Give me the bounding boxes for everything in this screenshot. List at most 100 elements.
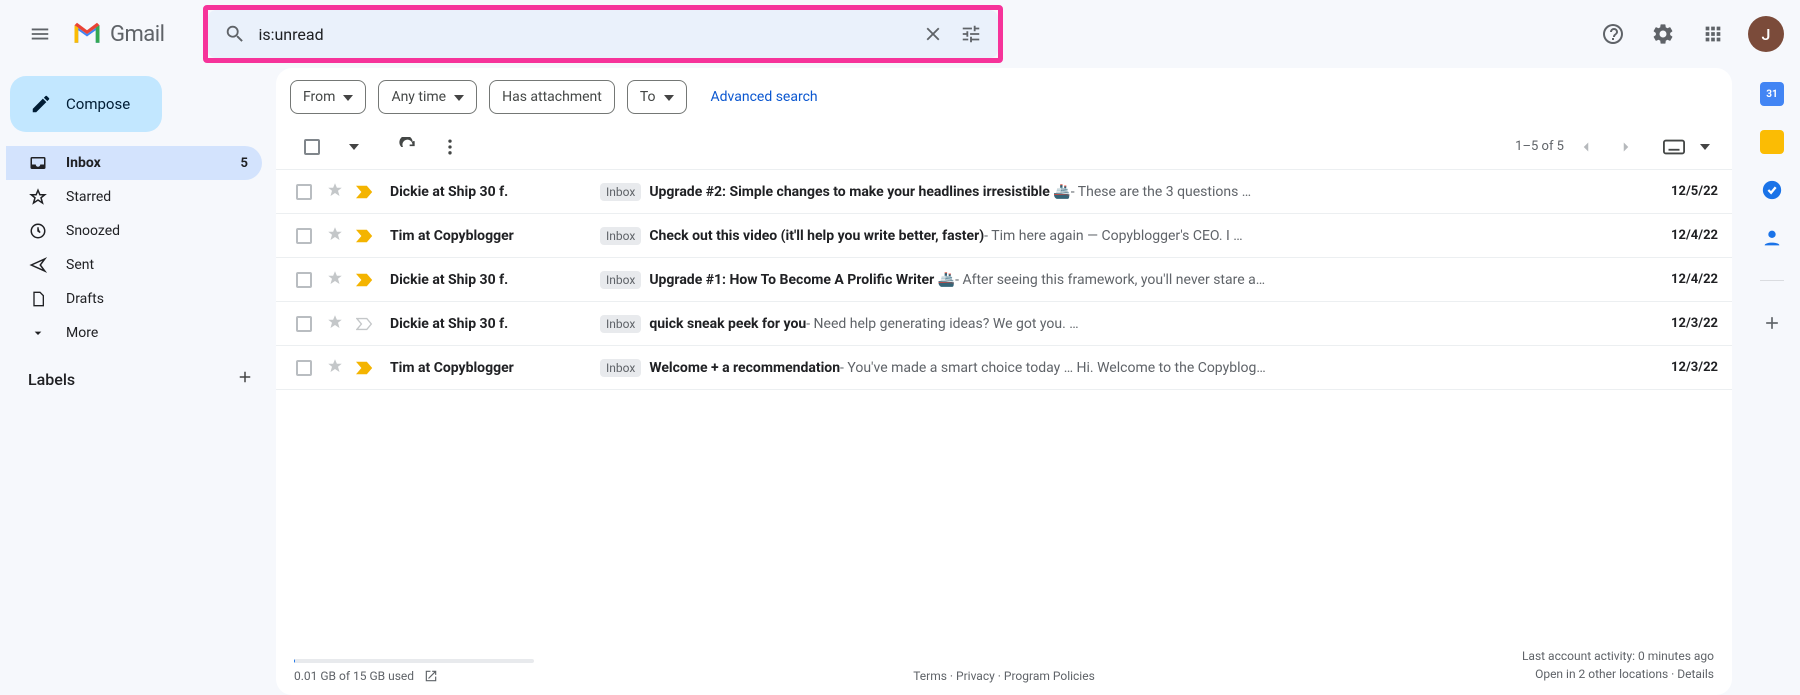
email-row[interactable]: Tim at CopybloggerInboxWelcome + a recom…: [276, 346, 1732, 390]
email-row[interactable]: Dickie at Ship 30 f.InboxUpgrade #1: How…: [276, 258, 1732, 302]
keep-addon[interactable]: [1760, 130, 1784, 154]
email-row[interactable]: Dickie at Ship 30 f.Inboxquick sneak pee…: [276, 302, 1732, 346]
terms-link[interactable]: Terms: [913, 669, 947, 683]
star-toggle[interactable]: [326, 357, 344, 379]
search-button[interactable]: [216, 15, 254, 53]
chevron-left-icon: [1577, 138, 1595, 156]
main-menu-button[interactable]: [16, 10, 64, 58]
row-checkbox[interactable]: [296, 360, 312, 376]
sidebar-item-drafts[interactable]: Drafts: [6, 282, 262, 316]
snippet: - Tim here again — Copyblogger's CEO. I …: [984, 228, 1243, 244]
search-bar[interactable]: [208, 10, 998, 58]
apps-grid-icon: [1702, 23, 1724, 45]
get-addons-button[interactable]: [1760, 311, 1784, 335]
compose-button[interactable]: Compose: [10, 76, 162, 132]
settings-button[interactable]: [1642, 13, 1684, 55]
row-checkbox[interactable]: [296, 184, 312, 200]
importance-marker[interactable]: [356, 361, 374, 375]
caret-down-icon: [664, 95, 674, 101]
pagination-text: 1–5 of 5: [1515, 139, 1564, 154]
chip-to[interactable]: To: [627, 80, 687, 114]
input-tools-button[interactable]: [1656, 129, 1692, 165]
sender: Tim at Copyblogger: [390, 228, 600, 244]
subject: Upgrade #2: Simple changes to make your …: [649, 184, 1070, 200]
chip-hasattachment[interactable]: Has attachment: [489, 80, 615, 114]
importance-marker[interactable]: [356, 229, 374, 243]
subject: Check out this video (it'll help you wri…: [649, 228, 984, 244]
sender: Tim at Copyblogger: [390, 360, 600, 376]
star-icon: [28, 188, 48, 206]
date: 12/3/22: [1648, 316, 1718, 331]
importance-marker[interactable]: [356, 273, 374, 287]
snippet: - These are the 3 questions …: [1071, 184, 1251, 200]
importance-marker[interactable]: [356, 185, 374, 199]
snippet: - Need help generating ideas? We got you…: [806, 316, 1078, 332]
select-all-checkbox[interactable]: [294, 129, 330, 165]
chip-from[interactable]: From: [290, 80, 366, 114]
row-checkbox[interactable]: [296, 316, 312, 332]
file-icon: [28, 290, 48, 308]
next-page-button[interactable]: [1608, 129, 1644, 165]
policies-link[interactable]: Program Policies: [1004, 669, 1095, 683]
select-dropdown[interactable]: [336, 129, 372, 165]
star-outline-icon: [326, 225, 344, 243]
snoozed-label: Snoozed: [66, 223, 120, 239]
inbox-icon: [28, 154, 48, 172]
more-vert-icon: [440, 137, 460, 157]
row-checkbox[interactable]: [296, 272, 312, 288]
importance-marker[interactable]: [356, 317, 374, 331]
clock-icon: [28, 222, 48, 240]
sidebar-item-snoozed[interactable]: Snoozed: [6, 214, 262, 248]
sidebar-item-inbox[interactable]: Inbox 5: [6, 146, 262, 180]
sidebar-item-more[interactable]: More: [6, 316, 262, 350]
contacts-addon[interactable]: [1760, 226, 1784, 250]
email-row[interactable]: Tim at CopybloggerInboxCheck out this vi…: [276, 214, 1732, 258]
gmail-logo[interactable]: Gmail: [72, 22, 164, 47]
search-input[interactable]: [254, 25, 914, 44]
more-actions-button[interactable]: [432, 129, 468, 165]
calendar-addon[interactable]: 31: [1760, 82, 1784, 106]
tasks-addon[interactable]: [1760, 178, 1784, 202]
chevron-down-icon: [28, 325, 48, 341]
search-options-button[interactable]: [952, 15, 990, 53]
locations-link[interactable]: Open in 2 other locations: [1535, 667, 1668, 681]
storage-bar: [294, 659, 534, 663]
compose-label: Compose: [66, 95, 130, 113]
input-tools-dropdown[interactable]: [1696, 129, 1714, 165]
clear-search-button[interactable]: [914, 15, 952, 53]
sidebar-item-starred[interactable]: Starred: [6, 180, 262, 214]
app-header: Gmail J: [0, 0, 1800, 68]
add-label-button[interactable]: [236, 368, 254, 390]
star-toggle[interactable]: [326, 181, 344, 203]
refresh-icon: [398, 137, 418, 157]
chip-anytime[interactable]: Any time: [378, 80, 477, 114]
advanced-search-link[interactable]: Advanced search: [711, 89, 818, 105]
star-outline-icon: [326, 269, 344, 287]
star-toggle[interactable]: [326, 313, 344, 335]
caret-down-icon: [343, 95, 353, 101]
star-outline-icon: [326, 313, 344, 331]
subject: Upgrade #1: How To Become A Prolific Wri…: [649, 272, 955, 288]
prev-page-button[interactable]: [1568, 129, 1604, 165]
apps-button[interactable]: [1692, 13, 1734, 55]
star-toggle[interactable]: [326, 269, 344, 291]
star-outline-icon: [326, 357, 344, 375]
storage-text: 0.01 GB of 15 GB used: [294, 669, 414, 683]
star-toggle[interactable]: [326, 225, 344, 247]
row-checkbox[interactable]: [296, 228, 312, 244]
account-avatar[interactable]: J: [1748, 16, 1784, 52]
drafts-label: Drafts: [66, 291, 104, 307]
details-link[interactable]: Details: [1677, 667, 1714, 681]
search-container: [208, 10, 998, 58]
privacy-link[interactable]: Privacy: [956, 669, 995, 683]
subject-line: InboxUpgrade #2: Simple changes to make …: [600, 183, 1638, 201]
tune-icon: [960, 23, 982, 45]
support-button[interactable]: [1592, 13, 1634, 55]
refresh-button[interactable]: [390, 129, 426, 165]
tasks-icon: [1761, 179, 1783, 201]
sidebar-item-sent[interactable]: Sent: [6, 248, 262, 282]
labels-header: Labels: [6, 350, 276, 390]
email-row[interactable]: Dickie at Ship 30 f.InboxUpgrade #2: Sim…: [276, 170, 1732, 214]
open-in-new-icon[interactable]: [424, 669, 438, 683]
inbox-tag: Inbox: [600, 359, 641, 377]
